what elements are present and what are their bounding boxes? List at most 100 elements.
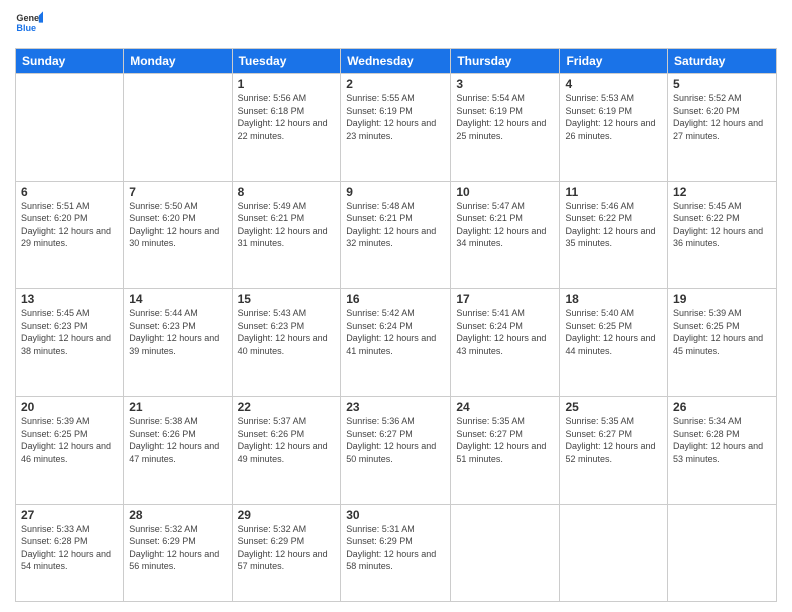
sunrise-text: Sunrise: 5:56 AM	[238, 92, 336, 105]
sunset-text: Sunset: 6:22 PM	[673, 212, 771, 225]
calendar-week-row: 6 Sunrise: 5:51 AM Sunset: 6:20 PM Dayli…	[16, 181, 777, 289]
calendar-cell	[668, 504, 777, 601]
sunset-text: Sunset: 6:23 PM	[21, 320, 118, 333]
calendar-cell: 26 Sunrise: 5:34 AM Sunset: 6:28 PM Dayl…	[668, 396, 777, 504]
sunrise-text: Sunrise: 5:53 AM	[565, 92, 662, 105]
logo-icon: General Blue	[15, 10, 43, 38]
daylight-text: Daylight: 12 hours and 26 minutes.	[565, 117, 662, 142]
daylight-text: Daylight: 12 hours and 36 minutes.	[673, 225, 771, 250]
page: General Blue SundayMondayTuesdayWednesda…	[0, 0, 792, 612]
sunset-text: Sunset: 6:23 PM	[238, 320, 336, 333]
day-number: 27	[21, 508, 118, 522]
day-info: Sunrise: 5:55 AM Sunset: 6:19 PM Dayligh…	[346, 92, 445, 142]
day-info: Sunrise: 5:47 AM Sunset: 6:21 PM Dayligh…	[456, 200, 554, 250]
sunset-text: Sunset: 6:27 PM	[456, 428, 554, 441]
sunset-text: Sunset: 6:26 PM	[129, 428, 226, 441]
day-info: Sunrise: 5:33 AM Sunset: 6:28 PM Dayligh…	[21, 523, 118, 573]
day-of-week-header: Saturday	[668, 49, 777, 74]
sunset-text: Sunset: 6:25 PM	[21, 428, 118, 441]
day-info: Sunrise: 5:53 AM Sunset: 6:19 PM Dayligh…	[565, 92, 662, 142]
daylight-text: Daylight: 12 hours and 31 minutes.	[238, 225, 336, 250]
day-number: 17	[456, 292, 554, 306]
day-info: Sunrise: 5:35 AM Sunset: 6:27 PM Dayligh…	[456, 415, 554, 465]
sunrise-text: Sunrise: 5:32 AM	[129, 523, 226, 536]
daylight-text: Daylight: 12 hours and 57 minutes.	[238, 548, 336, 573]
daylight-text: Daylight: 12 hours and 51 minutes.	[456, 440, 554, 465]
sunrise-text: Sunrise: 5:45 AM	[673, 200, 771, 213]
daylight-text: Daylight: 12 hours and 46 minutes.	[21, 440, 118, 465]
day-number: 19	[673, 292, 771, 306]
day-info: Sunrise: 5:46 AM Sunset: 6:22 PM Dayligh…	[565, 200, 662, 250]
calendar-header-row: SundayMondayTuesdayWednesdayThursdayFrid…	[16, 49, 777, 74]
calendar-cell: 18 Sunrise: 5:40 AM Sunset: 6:25 PM Dayl…	[560, 289, 668, 397]
day-of-week-header: Tuesday	[232, 49, 341, 74]
day-number: 24	[456, 400, 554, 414]
sunrise-text: Sunrise: 5:49 AM	[238, 200, 336, 213]
sunset-text: Sunset: 6:27 PM	[346, 428, 445, 441]
calendar-cell: 20 Sunrise: 5:39 AM Sunset: 6:25 PM Dayl…	[16, 396, 124, 504]
calendar-week-row: 1 Sunrise: 5:56 AM Sunset: 6:18 PM Dayli…	[16, 74, 777, 182]
calendar-cell: 16 Sunrise: 5:42 AM Sunset: 6:24 PM Dayl…	[341, 289, 451, 397]
daylight-text: Daylight: 12 hours and 56 minutes.	[129, 548, 226, 573]
sunrise-text: Sunrise: 5:39 AM	[21, 415, 118, 428]
daylight-text: Daylight: 12 hours and 41 minutes.	[346, 332, 445, 357]
logo: General Blue	[15, 10, 43, 38]
calendar-cell: 2 Sunrise: 5:55 AM Sunset: 6:19 PM Dayli…	[341, 74, 451, 182]
calendar-week-row: 27 Sunrise: 5:33 AM Sunset: 6:28 PM Dayl…	[16, 504, 777, 601]
day-info: Sunrise: 5:43 AM Sunset: 6:23 PM Dayligh…	[238, 307, 336, 357]
day-number: 20	[21, 400, 118, 414]
day-info: Sunrise: 5:32 AM Sunset: 6:29 PM Dayligh…	[129, 523, 226, 573]
sunrise-text: Sunrise: 5:31 AM	[346, 523, 445, 536]
sunrise-text: Sunrise: 5:47 AM	[456, 200, 554, 213]
sunrise-text: Sunrise: 5:32 AM	[238, 523, 336, 536]
day-number: 13	[21, 292, 118, 306]
day-number: 1	[238, 77, 336, 91]
calendar-cell: 21 Sunrise: 5:38 AM Sunset: 6:26 PM Dayl…	[124, 396, 232, 504]
day-number: 25	[565, 400, 662, 414]
calendar-cell	[124, 74, 232, 182]
calendar-week-row: 20 Sunrise: 5:39 AM Sunset: 6:25 PM Dayl…	[16, 396, 777, 504]
daylight-text: Daylight: 12 hours and 27 minutes.	[673, 117, 771, 142]
sunrise-text: Sunrise: 5:50 AM	[129, 200, 226, 213]
sunrise-text: Sunrise: 5:36 AM	[346, 415, 445, 428]
daylight-text: Daylight: 12 hours and 49 minutes.	[238, 440, 336, 465]
calendar-cell: 12 Sunrise: 5:45 AM Sunset: 6:22 PM Dayl…	[668, 181, 777, 289]
day-info: Sunrise: 5:39 AM Sunset: 6:25 PM Dayligh…	[673, 307, 771, 357]
calendar-cell: 6 Sunrise: 5:51 AM Sunset: 6:20 PM Dayli…	[16, 181, 124, 289]
sunset-text: Sunset: 6:18 PM	[238, 105, 336, 118]
sunrise-text: Sunrise: 5:33 AM	[21, 523, 118, 536]
sunrise-text: Sunrise: 5:44 AM	[129, 307, 226, 320]
day-info: Sunrise: 5:31 AM Sunset: 6:29 PM Dayligh…	[346, 523, 445, 573]
calendar-week-row: 13 Sunrise: 5:45 AM Sunset: 6:23 PM Dayl…	[16, 289, 777, 397]
sunrise-text: Sunrise: 5:51 AM	[21, 200, 118, 213]
sunset-text: Sunset: 6:27 PM	[565, 428, 662, 441]
header: General Blue	[15, 10, 777, 38]
calendar-cell: 19 Sunrise: 5:39 AM Sunset: 6:25 PM Dayl…	[668, 289, 777, 397]
calendar-cell: 15 Sunrise: 5:43 AM Sunset: 6:23 PM Dayl…	[232, 289, 341, 397]
calendar-cell: 22 Sunrise: 5:37 AM Sunset: 6:26 PM Dayl…	[232, 396, 341, 504]
day-info: Sunrise: 5:32 AM Sunset: 6:29 PM Dayligh…	[238, 523, 336, 573]
sunrise-text: Sunrise: 5:39 AM	[673, 307, 771, 320]
daylight-text: Daylight: 12 hours and 54 minutes.	[21, 548, 118, 573]
day-number: 11	[565, 185, 662, 199]
sunrise-text: Sunrise: 5:37 AM	[238, 415, 336, 428]
day-number: 15	[238, 292, 336, 306]
calendar-cell: 1 Sunrise: 5:56 AM Sunset: 6:18 PM Dayli…	[232, 74, 341, 182]
sunset-text: Sunset: 6:25 PM	[565, 320, 662, 333]
sunrise-text: Sunrise: 5:40 AM	[565, 307, 662, 320]
day-number: 8	[238, 185, 336, 199]
sunset-text: Sunset: 6:22 PM	[565, 212, 662, 225]
day-info: Sunrise: 5:45 AM Sunset: 6:23 PM Dayligh…	[21, 307, 118, 357]
daylight-text: Daylight: 12 hours and 50 minutes.	[346, 440, 445, 465]
sunset-text: Sunset: 6:29 PM	[238, 535, 336, 548]
sunrise-text: Sunrise: 5:42 AM	[346, 307, 445, 320]
day-number: 21	[129, 400, 226, 414]
day-info: Sunrise: 5:45 AM Sunset: 6:22 PM Dayligh…	[673, 200, 771, 250]
day-of-week-header: Friday	[560, 49, 668, 74]
sunrise-text: Sunrise: 5:43 AM	[238, 307, 336, 320]
day-number: 10	[456, 185, 554, 199]
daylight-text: Daylight: 12 hours and 47 minutes.	[129, 440, 226, 465]
sunset-text: Sunset: 6:28 PM	[673, 428, 771, 441]
sunset-text: Sunset: 6:29 PM	[346, 535, 445, 548]
calendar-cell: 30 Sunrise: 5:31 AM Sunset: 6:29 PM Dayl…	[341, 504, 451, 601]
